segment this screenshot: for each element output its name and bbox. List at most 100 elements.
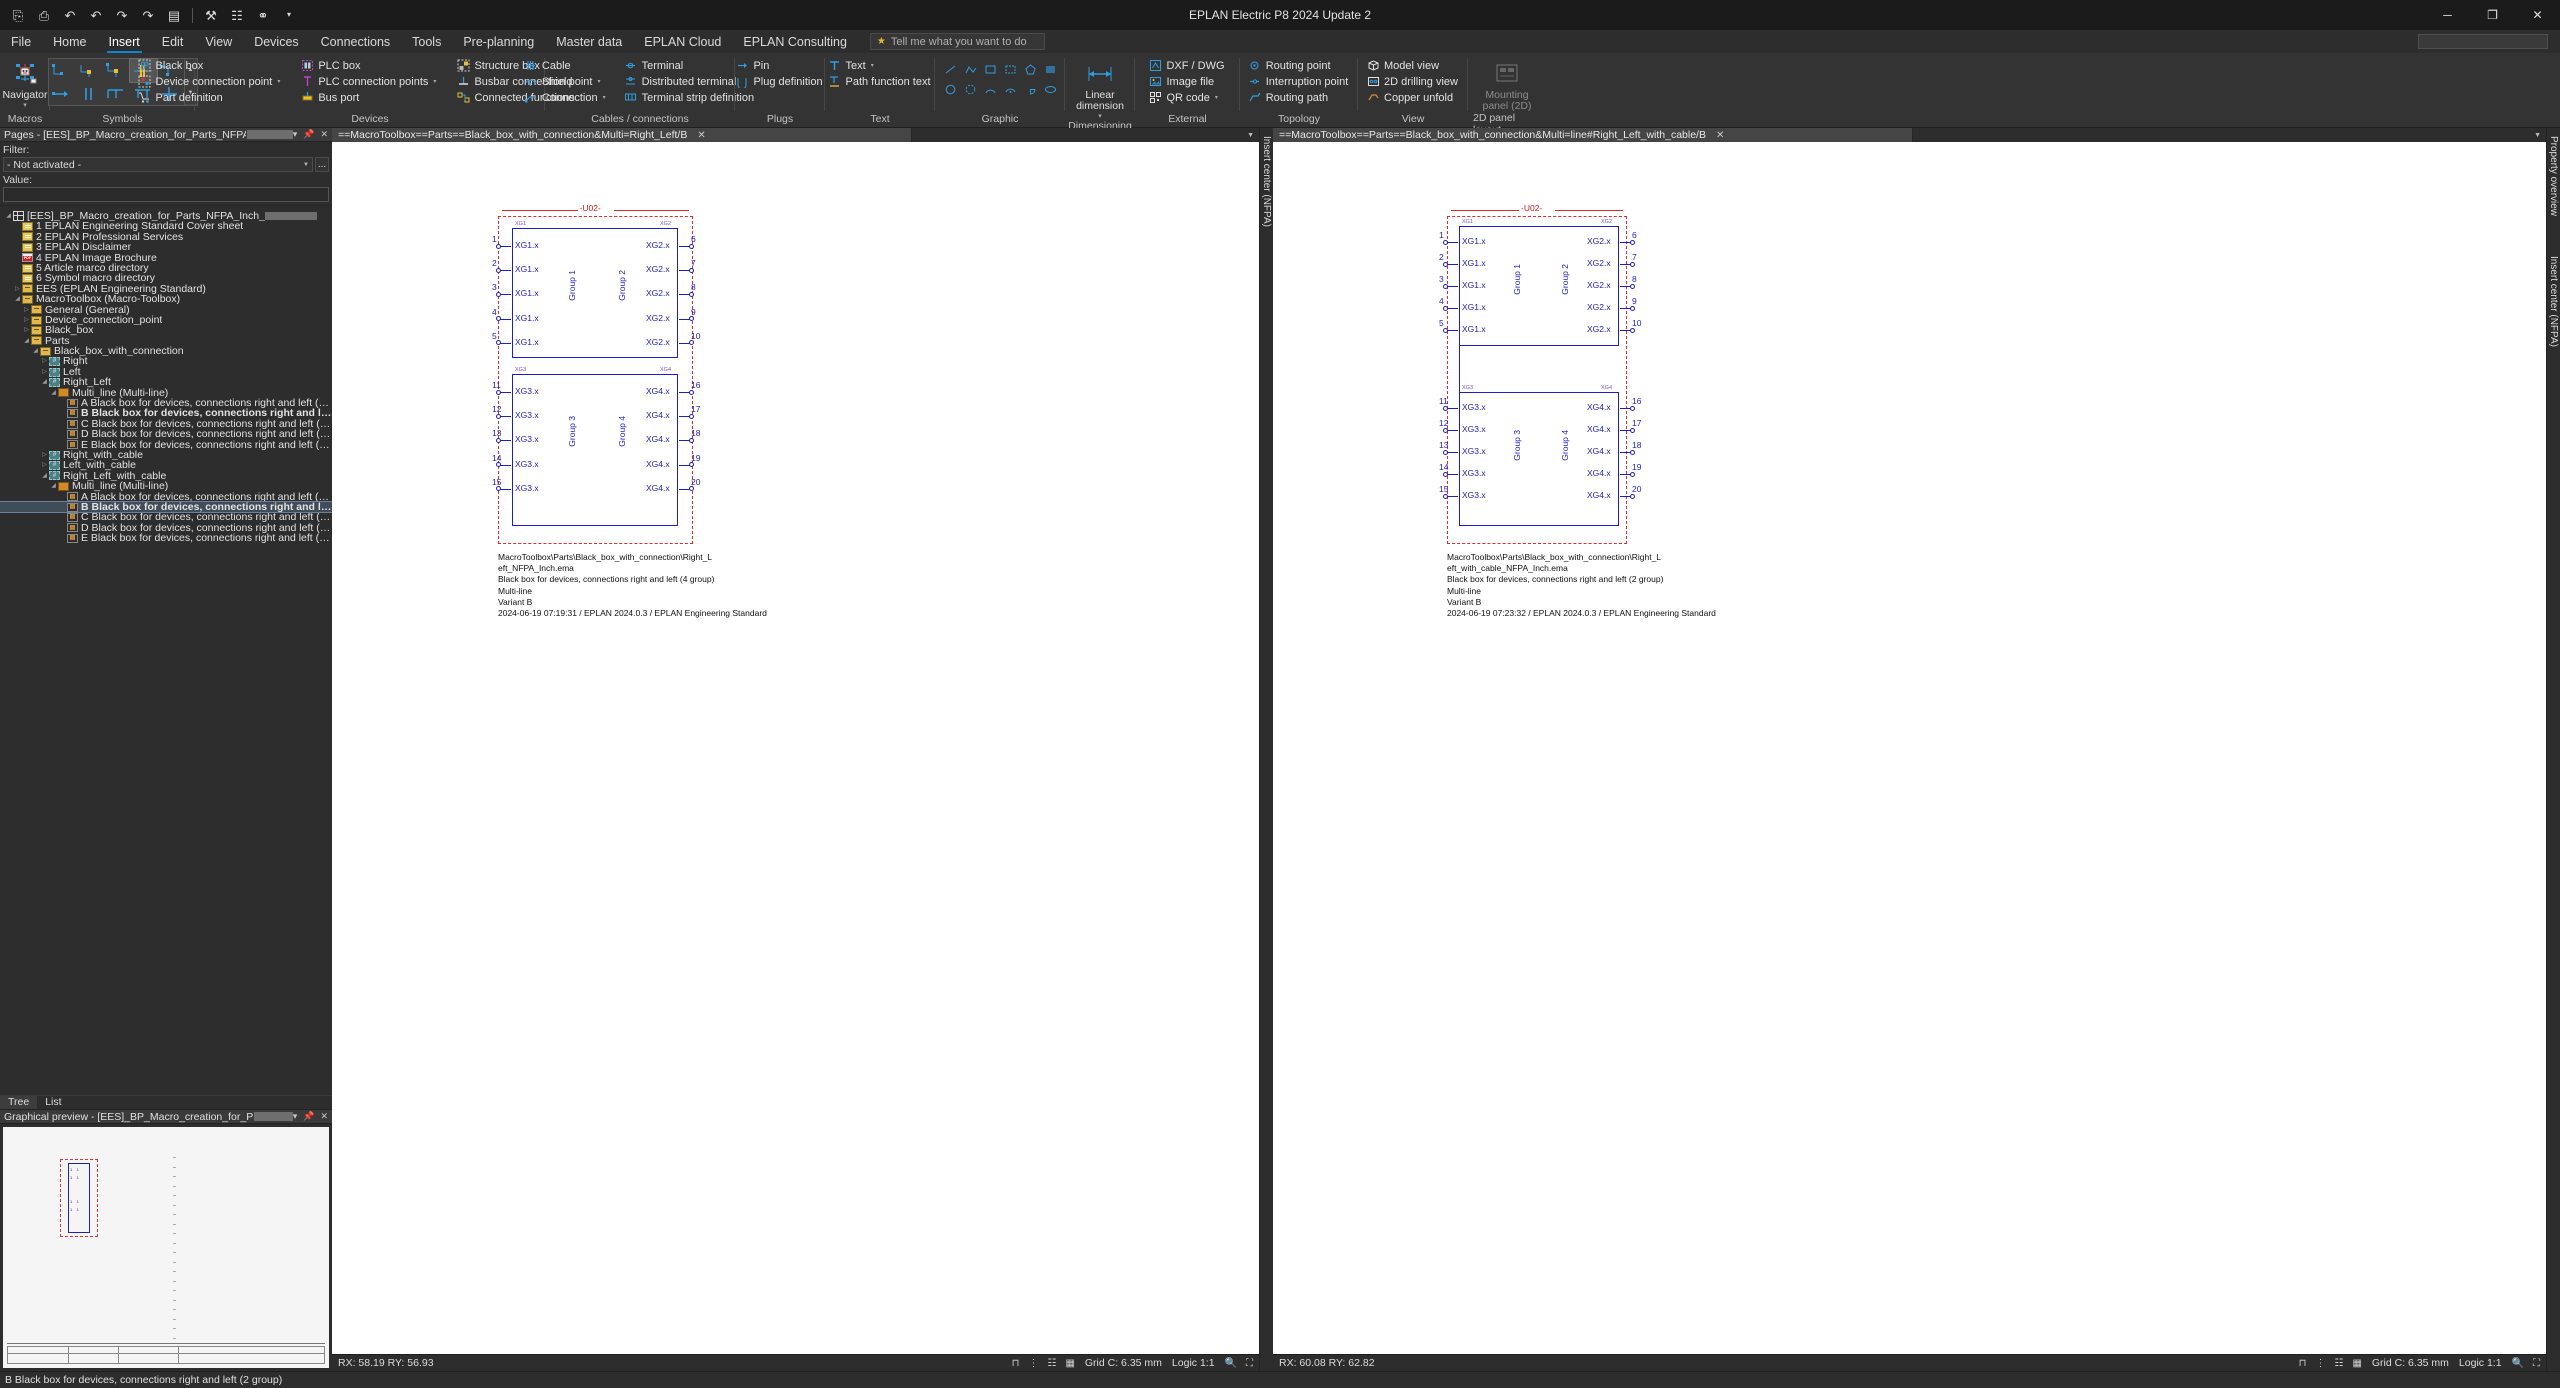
fit-icon[interactable]: ⛶ <box>1246 1358 1253 1369</box>
plc-connection-points-button[interactable]: PLC connection points ▾ <box>298 74 440 89</box>
circle-tool-icon[interactable] <box>941 80 960 99</box>
chevron-down-icon[interactable]: ▾ <box>23 101 27 109</box>
symbol-cell-2[interactable] <box>76 59 103 82</box>
chevron-down-icon[interactable]: ▾ <box>1098 112 1102 120</box>
zoom-icon[interactable]: 🔍 <box>1225 1358 1237 1369</box>
tree-twisty-icon[interactable]: ◢ <box>40 471 49 481</box>
tree-item[interactable]: ◢[EES]_BP_Macro_creation_for_Parts_NFPA_… <box>0 211 332 221</box>
pages-panel-bottom-tabs[interactable]: Tree List <box>0 1095 332 1109</box>
tree-twisty-icon[interactable]: ▷ <box>13 284 22 294</box>
tree-item[interactable]: ▤D Black box for devices, connections ri… <box>0 429 332 439</box>
window-controls[interactable]: ─ ❐ ✕ <box>2425 0 2560 30</box>
shield-button[interactable]: Shield <box>522 74 610 89</box>
tree-twisty-icon[interactable]: ▷ <box>22 315 31 325</box>
customize-caret-icon[interactable]: ▾ <box>277 4 301 26</box>
tree-item[interactable]: ◢Parts <box>0 336 332 346</box>
plug-definition-button[interactable]: Plug definition <box>733 74 826 89</box>
close-icon[interactable]: ✕ <box>320 1111 328 1122</box>
tab-file[interactable]: File <box>0 30 42 53</box>
snap-icon[interactable]: ⊓ <box>2299 1358 2307 1369</box>
tree-item[interactable]: 2 EPLAN Professional Services <box>0 232 332 242</box>
tab-view[interactable]: View <box>194 30 243 53</box>
plc-box-button[interactable]: PLC box <box>298 58 440 73</box>
tree-item[interactable]: 3 EPLAN Disclaimer <box>0 242 332 252</box>
pin-icon[interactable]: 📌 <box>303 129 314 140</box>
symbol-cell-6[interactable] <box>49 82 76 105</box>
right-drawing-canvas[interactable]: -U02-XG11XG1.x2XG1.x3XG1.x4XG1.x5XG1.xGr… <box>1273 142 2546 1354</box>
copper-unfold-button[interactable]: Copper unfold <box>1364 90 1462 105</box>
model-view-button[interactable]: Model view <box>1364 58 1462 73</box>
object-snap-icon[interactable]: ▦ <box>2352 1358 2361 1369</box>
chevron-down-icon[interactable]: ▾ <box>277 78 280 85</box>
grid-dots-icon[interactable]: ⋮ <box>2315 1358 2325 1369</box>
tree-item[interactable]: ▷Black_box <box>0 325 332 335</box>
right-document-tab[interactable]: ==MacroToolbox==Parts==Black_box_with_co… <box>1273 128 1913 142</box>
close-icon[interactable]: ✕ <box>1716 130 1724 141</box>
tree-twisty-icon[interactable]: ▷ <box>40 356 49 366</box>
dxf-dwg-button[interactable]: DXF / DWG <box>1146 58 1228 73</box>
left-pane-tab-menu[interactable]: ▼ <box>1242 128 1259 142</box>
symbol-cell-7[interactable] <box>76 82 103 105</box>
interruption-point-button[interactable]: Interruption point <box>1246 74 1353 89</box>
black-box-button[interactable]: Black box <box>136 58 285 73</box>
tree-item[interactable]: ◢Multi_line (Multi-line) <box>0 481 332 491</box>
page-navigator-icon[interactable]: ▤ <box>162 4 186 26</box>
device-connection-point-button[interactable]: Device connection point ▾ <box>136 74 285 89</box>
routing-point-button[interactable]: Routing point <box>1246 58 1353 73</box>
tree-item[interactable]: ◢#Right_Left_with_cable <box>0 471 332 481</box>
chevron-down-icon[interactable]: ▾ <box>433 78 436 85</box>
quick-access-toolbar[interactable]: ⎘ ⎙ ↶ ↶ ↷ ↷ ▤ ⚒ ☷ ⚭ ▾ <box>0 4 301 26</box>
tab-home[interactable]: Home <box>42 30 97 53</box>
tree-item[interactable]: ▷Device_connection_point <box>0 315 332 325</box>
value-input[interactable] <box>3 187 329 202</box>
zoom-icon[interactable]: 🔍 <box>2512 1358 2524 1369</box>
snap-icon[interactable]: ⊓ <box>1012 1358 1020 1369</box>
tree-item[interactable]: 4 EPLAN Image Brochure <box>0 253 332 263</box>
tree-item[interactable]: ▷#Left <box>0 367 332 377</box>
tab-insert[interactable]: Insert <box>98 30 151 53</box>
filter-combo[interactable]: - Not activated - ▼ <box>3 157 313 172</box>
filter-more-button[interactable]: ... <box>315 157 329 172</box>
tree-item[interactable]: 1 EPLAN Engineering Standard Cover sheet <box>0 221 332 231</box>
right-pane-tab-menu[interactable]: ▼ <box>2529 128 2546 142</box>
linear-dimension-button[interactable]: Linear dimension ▾ <box>1070 57 1130 120</box>
grid-dots-icon[interactable]: ⋮ <box>1028 1358 1038 1369</box>
grid-icon[interactable]: ☷ <box>2334 1358 2343 1369</box>
tree-item[interactable]: ▷General (General) <box>0 305 332 315</box>
tree-item[interactable]: ▷#Left_with_cable <box>0 460 332 470</box>
panel-title-actions[interactable]: ▾ 📌 ✕ <box>293 129 328 140</box>
tree-item[interactable]: ▷#Right_with_cable <box>0 450 332 460</box>
tree-twisty-icon[interactable]: ▷ <box>40 367 49 377</box>
right-status-icons[interactable]: ⊓ ⋮ ☷ ▦ <box>2299 1358 2362 1369</box>
tree-twisty-icon[interactable]: ◢ <box>49 388 58 398</box>
tree-item[interactable]: ▤B Black box for devices, connections ri… <box>0 502 332 512</box>
circle-3point-icon[interactable] <box>961 80 980 99</box>
chevron-down-icon[interactable]: ▾ <box>603 94 606 101</box>
symbol-cell-8[interactable] <box>103 82 130 105</box>
rectangle-tool-icon[interactable] <box>981 60 1000 79</box>
symbol-cell-3[interactable] <box>103 59 130 82</box>
left-document-tab[interactable]: ==MacroToolbox==Parts==Black_box_with_co… <box>332 128 912 142</box>
qr-code-button[interactable]: QR code ▾ <box>1146 90 1228 105</box>
insert-center-dock-middle[interactable]: Insert center (NFPA) <box>1259 128 1273 1371</box>
mounting-panel-2d-button[interactable]: Mounting panel (2D) <box>1476 57 1538 112</box>
pin-button[interactable]: Pin <box>733 58 826 73</box>
undo-icon[interactable]: ↶ <box>84 4 108 26</box>
arc-center-icon[interactable] <box>1001 80 1020 99</box>
tab-tree[interactable]: Tree <box>0 1096 37 1109</box>
polyline-tool-icon[interactable] <box>961 60 980 79</box>
line-tool-icon[interactable] <box>941 60 960 79</box>
library-icon[interactable]: ☷ <box>225 4 249 26</box>
property-overview-tab[interactable]: Property overview <box>2548 136 2559 216</box>
routing-path-button[interactable]: Routing path <box>1246 90 1353 105</box>
left-status-icons[interactable]: ⊓ ⋮ ☷ ▦ <box>1012 1358 1075 1369</box>
tab-master-data[interactable]: Master data <box>545 30 633 53</box>
tree-twisty-icon[interactable]: ◢ <box>31 346 40 356</box>
tree-item[interactable]: ▤B Black box for devices, connections ri… <box>0 408 332 418</box>
insert-center-tab-middle[interactable]: Insert center (NFPA) <box>1261 136 1272 227</box>
tab-eplan-cloud[interactable]: EPLAN Cloud <box>633 30 732 53</box>
settings-wand-icon[interactable]: ⚒ <box>199 4 223 26</box>
tell-me-search[interactable]: ★ Tell me what you want to do <box>870 33 1045 50</box>
tree-twisty-icon[interactable]: ▷ <box>22 325 31 335</box>
arc-tool-icon[interactable] <box>981 80 1000 99</box>
